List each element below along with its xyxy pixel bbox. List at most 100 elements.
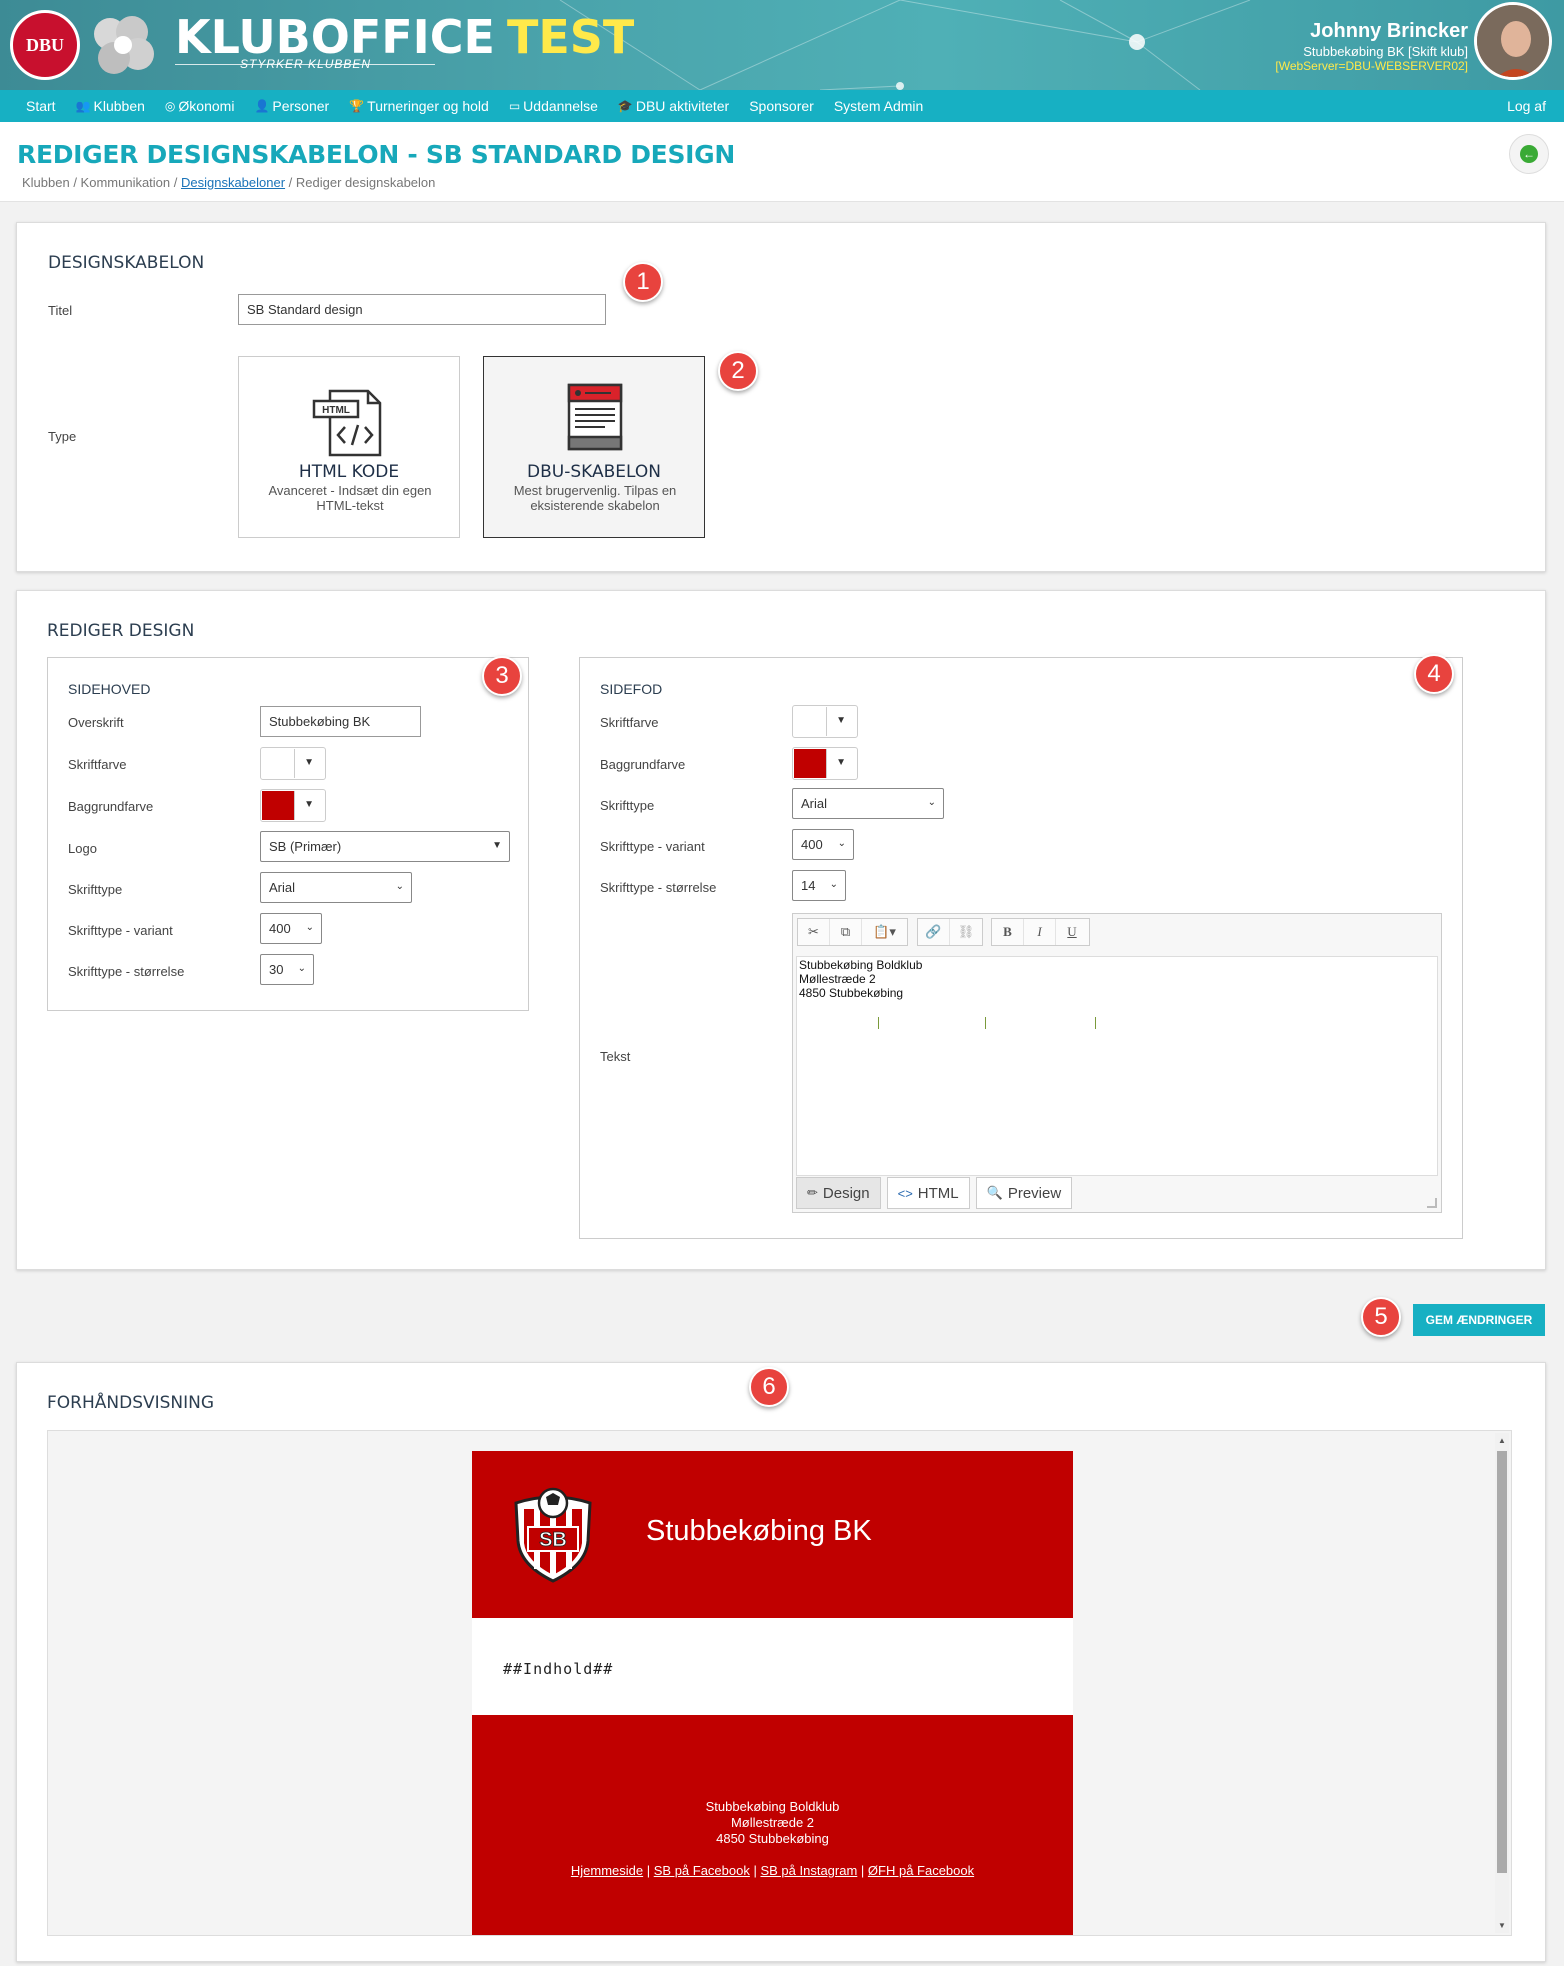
avatar[interactable] [1474, 2, 1552, 80]
editor-line: Møllestræde 2 [799, 972, 876, 986]
board-icon: ▭ [508, 99, 521, 113]
font-color-picker[interactable]: ▼ [260, 747, 326, 780]
logout-link[interactable]: Log af [1507, 98, 1546, 114]
link-separator: | [857, 1863, 868, 1878]
bold-icon[interactable]: B [992, 919, 1024, 945]
font-label: Skrifttype [68, 882, 123, 897]
tab-preview[interactable]: 🔍 Preview [975, 1177, 1073, 1209]
nav-okonomi[interactable]: ◎ Økonomi [165, 98, 235, 114]
nav-personer[interactable]: 👤 Personer [254, 98, 329, 114]
scroll-down-icon[interactable]: ▼ [1498, 1921, 1506, 1930]
template-document-icon [567, 383, 623, 451]
tab-label: Design [822, 1184, 870, 1202]
nav-label: Start [26, 98, 56, 114]
nav-dbu-aktiviteter[interactable]: 🎓 DBU aktiviteter [618, 98, 729, 114]
link-sb-instagram[interactable]: SB på Instagram [760, 1863, 857, 1878]
select-value: 30 [269, 962, 284, 977]
font-color-label: Skriftfarve [600, 715, 659, 730]
color-swatch [262, 791, 295, 820]
italic-icon[interactable]: I [1024, 919, 1056, 945]
link-hjemmeside[interactable]: Hjemmeside [571, 1863, 643, 1878]
save-changes-button[interactable]: GEM ÆNDRINGER [1413, 1304, 1545, 1336]
marker-6: 6 [749, 1367, 789, 1407]
font-select[interactable]: Arial ⌄ [792, 788, 944, 819]
svg-text:SB: SB [539, 1529, 567, 1551]
font-label: Skrifttype [600, 798, 655, 813]
type-card-title: DBU-SKABELON [527, 462, 661, 482]
trophy-icon: 🏆 [349, 99, 365, 113]
size-select[interactable]: 30 ⌄ [260, 954, 314, 985]
paste-icon[interactable]: 📋▾ [862, 919, 907, 945]
back-button[interactable]: ← [1509, 134, 1549, 174]
arrow-left-icon: ← [1520, 145, 1538, 163]
page-header: REDIGER DESIGNSKABELON - SB STANDARD DES… [0, 122, 1564, 202]
nav-uddannelse[interactable]: ▭ Uddannelse [509, 98, 598, 114]
nav-turneringer[interactable]: 🏆 Turneringer og hold [349, 98, 489, 114]
resize-handle[interactable] [1427, 1198, 1437, 1208]
nav-system-admin[interactable]: System Admin [834, 98, 923, 114]
marker-3: 3 [482, 656, 522, 696]
breadcrumb-start: Klubben / Kommunikation / [22, 175, 181, 190]
scroll-up-icon[interactable]: ▲ [1498, 1436, 1506, 1445]
tab-design[interactable]: ✏ Design [796, 1177, 881, 1209]
caret-down-icon: ▼ [836, 715, 846, 726]
title-label: Titel [48, 303, 73, 318]
nav-klubben[interactable]: 👥 Klubben [76, 98, 145, 114]
variant-select[interactable]: 400 ⌄ [792, 829, 854, 860]
kluboffice-flower-logo [94, 16, 154, 74]
caret-down-icon: ▼ [304, 757, 314, 768]
caret-down-icon: ▼ [492, 840, 502, 851]
subsection-title: SIDEHOVED [68, 681, 151, 697]
variant-label: Skrifttype - variant [68, 923, 173, 938]
title-input[interactable] [238, 294, 606, 325]
type-card-dbu[interactable]: DBU-SKABELON Mest brugervenlig. Tilpas e… [483, 356, 705, 538]
preview-header: SB Stubbekøbing BK [472, 1451, 1073, 1618]
bg-color-picker[interactable]: ▼ [260, 789, 326, 822]
select-value: Arial [801, 796, 828, 811]
brand-title: KLUBOFFICE TEST [175, 10, 635, 64]
editor-line: Stubbekøbing Boldklub [799, 958, 923, 972]
text-label: Tekst [600, 1049, 631, 1064]
header-settings-panel: SIDEHOVED Overskrift Skriftfarve ▼ Baggr… [47, 657, 529, 1011]
nav-label: System Admin [833, 98, 924, 114]
footer-links: Hjemmeside | SB på Facebook | SB på Inst… [472, 1863, 1073, 1878]
brand-tagline: STYRKER KLUBBEN [240, 57, 372, 71]
breadcrumb-link-designskabeloner[interactable]: Designskabeloner [181, 175, 285, 190]
copy-icon[interactable]: ⧉ [830, 919, 862, 945]
user-club[interactable]: Stubbekøbing BK [Skift klub] [1275, 44, 1468, 59]
size-select[interactable]: 14 ⌄ [792, 870, 846, 901]
scrollbar-thumb[interactable] [1497, 1451, 1507, 1873]
headline-input[interactable] [260, 706, 421, 737]
underline-icon[interactable]: U [1056, 919, 1088, 945]
subsection-title: SIDEFOD [600, 681, 663, 697]
preview-scrollbar[interactable]: ▲ ▼ [1495, 1433, 1509, 1933]
logo-select[interactable]: SB (Primær) ▼ [260, 831, 510, 862]
dbu-logo[interactable]: DBU [10, 10, 80, 80]
nav-start[interactable]: Start [26, 98, 56, 114]
page-title: REDIGER DESIGNSKABELON - SB STANDARD DES… [17, 140, 736, 169]
type-label: Type [48, 429, 77, 444]
color-swatch [794, 749, 827, 778]
code-icon: <> [897, 1185, 913, 1201]
variant-select[interactable]: 400 ⌄ [260, 913, 322, 944]
tab-html[interactable]: <> HTML [886, 1177, 970, 1209]
font-color-picker[interactable]: ▼ [792, 705, 858, 738]
top-banner: DBU KLUBOFFICE TEST STYRKER KLUBBEN Johnn… [0, 0, 1564, 90]
section-title: REDIGER DESIGN [47, 621, 195, 641]
breadcrumb: Klubben / Kommunikation / Designskabelon… [22, 175, 435, 190]
link-icon[interactable]: 🔗 [918, 919, 950, 945]
html-file-icon: HTML [312, 389, 382, 457]
type-card-html[interactable]: HTML HTML KODE Avanceret - Indsæt din eg… [238, 356, 460, 538]
bg-color-picker[interactable]: ▼ [792, 747, 858, 780]
unlink-icon[interactable]: ⛓ [950, 919, 982, 945]
cut-icon[interactable]: ✂ [798, 919, 830, 945]
address-line: 4850 Stubbekøbing [716, 1831, 829, 1846]
headline-label: Overskrift [68, 715, 124, 730]
editor-content[interactable]: Stubbekøbing Boldklub Møllestræde 2 4850… [796, 956, 1438, 1176]
footer-text-editor: ✂ ⧉ 📋▾ 🔗 ⛓ B I U Stubbekøbing Boldklub M… [792, 913, 1442, 1213]
link-ofh-facebook[interactable]: ØFH på Facebook [868, 1863, 974, 1878]
font-select[interactable]: Arial ⌄ [260, 872, 412, 903]
link-sb-facebook[interactable]: SB på Facebook [654, 1863, 750, 1878]
separator-mark [1095, 1017, 1096, 1029]
nav-sponsorer[interactable]: Sponsorer [749, 98, 814, 114]
